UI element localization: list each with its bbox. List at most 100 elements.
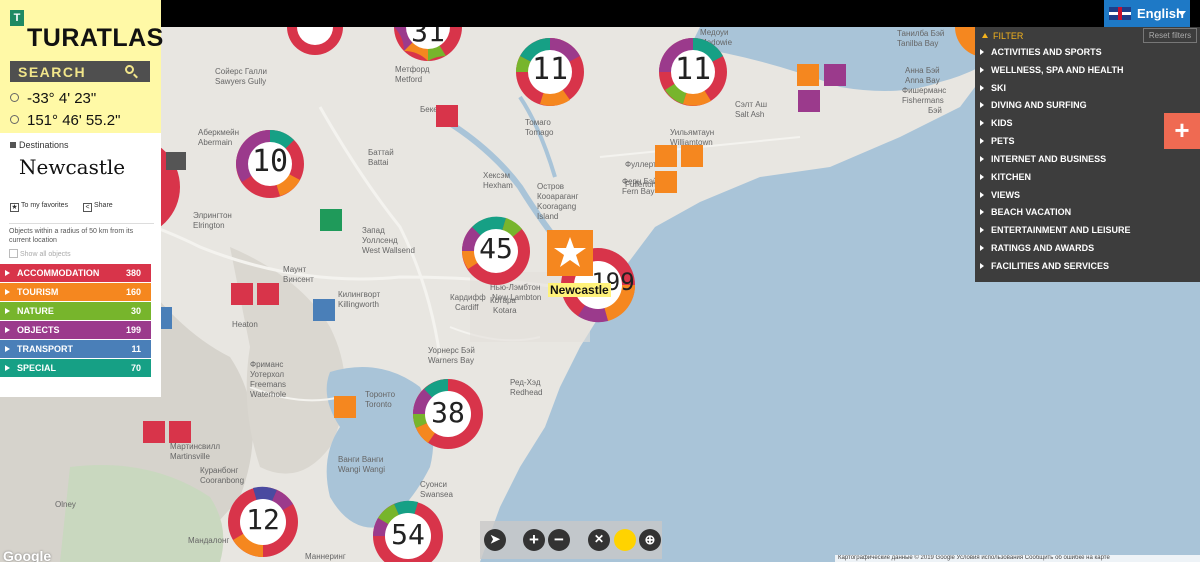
category-transport[interactable]: TRANSPORT 11 — [0, 340, 151, 358]
cluster-count[interactable]: 11 — [658, 52, 728, 87]
filter-toggle[interactable]: FILTER — [982, 31, 1023, 41]
top-bar — [0, 0, 1200, 27]
star-icon — [554, 237, 586, 267]
category-count: 30 — [130, 306, 141, 316]
hotel-icon[interactable] — [436, 105, 458, 127]
search-icon — [125, 65, 134, 74]
search-label: SEARCH — [18, 64, 87, 80]
hotel-icon[interactable] — [169, 421, 191, 443]
viewpoint-icon[interactable] — [655, 171, 677, 193]
longitude-readout: 151° 46' 55.2" — [10, 112, 120, 129]
latitude-value: -33° 4' 23" — [27, 90, 97, 107]
radius-note: Objects within a radius of 50 km from it… — [9, 223, 154, 245]
category-special[interactable]: SPECIAL 70 — [0, 359, 151, 377]
cluster-count[interactable]: 38 — [413, 396, 483, 429]
filter-panel: FILTER Reset filters ACTIVITIES AND SPOR… — [975, 27, 1200, 282]
chef-icon[interactable] — [824, 64, 846, 86]
chevron-down-icon — [1178, 11, 1186, 16]
signpost-icon[interactable] — [313, 299, 335, 321]
category-label: TOURISM — [17, 287, 59, 297]
category-label: OBJECTS — [17, 325, 60, 335]
show-all-label: Show all objects — [20, 251, 71, 258]
map-attribution[interactable]: Картографические данные © 2019 Google Ус… — [835, 555, 1200, 562]
latitude-readout: -33° 4' 23" — [10, 90, 96, 107]
share-icon: < — [83, 203, 92, 212]
favorites-label: To my favorites — [21, 202, 69, 209]
reset-filters-button[interactable]: Reset filters — [1143, 28, 1197, 43]
beach-umbrella-icon[interactable] — [797, 64, 819, 86]
filter-item[interactable]: ENTERTAINMENT AND LEISURE — [980, 225, 1131, 235]
share-button[interactable]: < Share — [83, 202, 113, 212]
category-count: 380 — [125, 268, 141, 278]
zoom-in-button[interactable]: + — [523, 529, 545, 551]
route-icon[interactable]: ✕ — [588, 529, 610, 551]
info-icon[interactable] — [166, 152, 186, 170]
destination-name: Newcastle — [19, 155, 126, 179]
google-logo: Google — [3, 548, 52, 562]
star-icon: ★ — [10, 203, 19, 212]
filter-item[interactable]: PETS — [980, 136, 1015, 146]
cluster-count[interactable]: 10 — [235, 144, 305, 179]
add-button[interactable]: + — [1164, 113, 1200, 149]
search-button[interactable]: SEARCH — [10, 61, 150, 82]
destinations-label: Destinations — [10, 140, 69, 150]
cluster-count[interactable]: 12 — [228, 503, 298, 536]
filter-item[interactable]: DIVING AND SURFING — [980, 100, 1087, 110]
pin-icon[interactable] — [334, 396, 356, 418]
selected-destination-marker[interactable] — [547, 230, 593, 276]
filter-item[interactable]: FACILITIES AND SERVICES — [980, 261, 1109, 271]
checkbox-icon — [9, 249, 18, 258]
beach-umbrella-icon[interactable] — [681, 145, 703, 167]
map-toolbar: ➤ + − ✕ ⊕ — [480, 521, 662, 559]
globe-icon — [10, 115, 19, 124]
favorites-button[interactable]: ★ To my favorites — [10, 202, 68, 212]
language-selector[interactable]: English — [1104, 0, 1190, 27]
hotel-icon[interactable] — [231, 283, 253, 305]
filter-item[interactable]: BEACH VACATION — [980, 207, 1071, 217]
uk-flag-icon — [1109, 7, 1131, 20]
logo-text: TURATLAS — [27, 24, 164, 52]
logo-icon: T — [10, 10, 24, 26]
cluster-count[interactable]: 54 — [373, 518, 443, 551]
brand-panel: T TURATLAS SEARCH -33° 4' 23" 151° 46' 5… — [0, 0, 164, 133]
sun-icon[interactable] — [614, 529, 636, 551]
tree-icon[interactable] — [320, 209, 342, 231]
filter-item[interactable]: SKI — [980, 83, 1006, 93]
category-label: TRANSPORT — [17, 344, 73, 354]
globe-icon[interactable]: ⊕ — [639, 529, 661, 551]
globe-icon — [10, 93, 19, 102]
cluster-marker[interactable] — [287, 27, 343, 55]
filter-item[interactable]: KITCHEN — [980, 172, 1031, 182]
filter-item[interactable]: VIEWS — [980, 190, 1020, 200]
filter-item[interactable]: ACTIVITIES AND SPORTS — [980, 47, 1102, 57]
locate-icon[interactable]: ➤ — [484, 529, 506, 551]
category-objects[interactable]: OBJECTS 199 — [0, 321, 151, 339]
bicycle-icon[interactable] — [655, 145, 677, 167]
cluster-count[interactable]: 11 — [515, 52, 585, 87]
category-nature[interactable]: NATURE 30 — [0, 302, 151, 320]
language-label: English — [1137, 6, 1184, 21]
filter-item[interactable]: KIDS — [980, 118, 1013, 128]
hotel-icon[interactable] — [143, 421, 165, 443]
selected-place-label: Newcastle — [548, 283, 611, 297]
zoom-out-button[interactable]: − — [548, 529, 570, 551]
category-count: 199 — [125, 325, 141, 335]
category-label: SPECIAL — [17, 363, 57, 373]
longitude-value: 151° 46' 55.2" — [27, 112, 121, 129]
category-accommodation[interactable]: ACCOMMODATION 380 — [0, 264, 151, 282]
category-label: ACCOMMODATION — [17, 268, 100, 278]
cluster-count[interactable]: 45 — [461, 232, 531, 265]
category-tourism[interactable]: TOURISM 160 — [0, 283, 151, 301]
share-label: Share — [94, 202, 113, 209]
category-count: 160 — [125, 287, 141, 297]
category-count: 11 — [131, 344, 141, 354]
category-label: NATURE — [17, 306, 54, 316]
filter-item[interactable]: RATINGS AND AWARDS — [980, 243, 1094, 253]
restaurant-icon[interactable] — [798, 90, 820, 112]
filter-item[interactable]: INTERNET AND BUSINESS — [980, 154, 1106, 164]
category-count: 70 — [130, 363, 141, 373]
show-all-checkbox[interactable]: Show all objects — [9, 249, 71, 258]
filter-item[interactable]: WELLNESS, SPA AND HEALTH — [980, 65, 1124, 75]
destination-panel: Destinations Newcastle ★ To my favorites … — [0, 133, 161, 397]
hotel-icon[interactable] — [257, 283, 279, 305]
